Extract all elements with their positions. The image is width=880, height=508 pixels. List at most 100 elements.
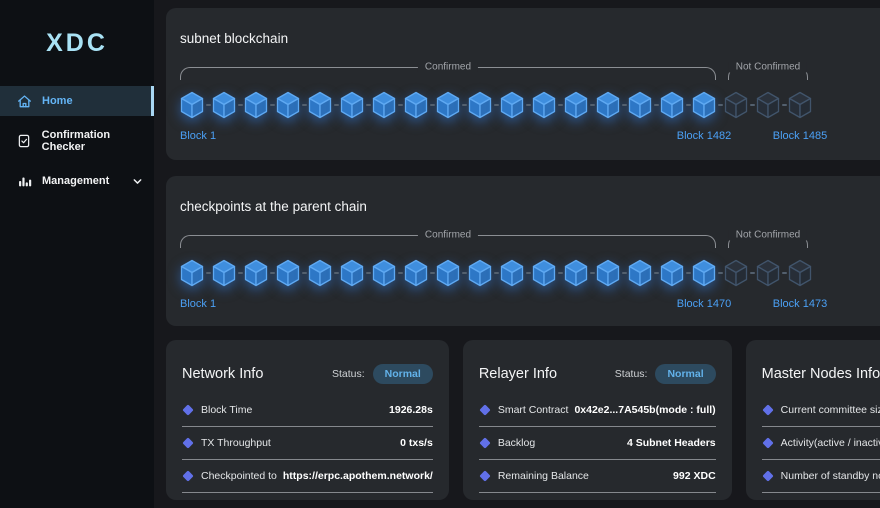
chain-link-dash bbox=[238, 272, 243, 274]
chain-link-dash bbox=[494, 104, 499, 106]
chain-link-dash bbox=[270, 272, 275, 274]
chain-link-dash bbox=[270, 104, 275, 106]
chain-link-dash bbox=[686, 104, 691, 106]
card-title: checkpoints at the parent chain bbox=[180, 176, 880, 214]
chain-link-dash bbox=[558, 104, 563, 106]
row-value: https://erpc.apothem.network/ bbox=[277, 470, 433, 482]
chain-link-dash bbox=[526, 272, 531, 274]
block-cube-icon bbox=[628, 91, 652, 119]
chain-link-dash bbox=[366, 104, 371, 106]
status-label: Status: bbox=[332, 368, 365, 380]
card-title: subnet blockchain bbox=[180, 8, 880, 46]
sidebar-item-label: Home bbox=[42, 95, 73, 107]
block-cube-icon bbox=[372, 91, 396, 119]
block-cube-icon bbox=[276, 259, 300, 287]
info-card-header: Master Nodes Info bbox=[762, 364, 880, 384]
chain-visualization: Confirmed Not Confirmed Block 1 Block 14… bbox=[180, 235, 880, 315]
chain-link-dash bbox=[430, 272, 435, 274]
card-title: Relayer Info bbox=[479, 366, 557, 382]
row-label: Smart Contract bbox=[498, 404, 569, 416]
block-cube-icon bbox=[692, 259, 716, 287]
chain-link-dash bbox=[526, 104, 531, 106]
block-cube-icon bbox=[212, 91, 236, 119]
block-cube-icon bbox=[404, 259, 428, 287]
chain-card: subnet blockchain Confirmed Not Confirme… bbox=[166, 8, 880, 160]
block-cube-icon bbox=[788, 91, 812, 119]
row-value: 0x42e2...7A545b(mode : full) bbox=[568, 404, 715, 416]
row-value: 992 XDC bbox=[667, 470, 716, 482]
chain-link-dash bbox=[462, 272, 467, 274]
info-row: Number of standby nodes 0 bbox=[762, 460, 880, 493]
row-value: 1926.28s bbox=[383, 404, 433, 416]
diamond-icon bbox=[182, 404, 193, 415]
row-label: TX Throughput bbox=[201, 437, 271, 449]
diamond-icon bbox=[479, 404, 490, 415]
row-label: Remaining Balance bbox=[498, 470, 589, 482]
sidebar-item-management[interactable]: Management bbox=[0, 166, 154, 196]
block-cube-icon bbox=[308, 259, 332, 287]
row-value: 0 txs/s bbox=[394, 437, 433, 449]
info-row: Block Time 1926.28s bbox=[182, 394, 433, 427]
chain-link-dash bbox=[398, 104, 403, 106]
status-badge: Normal bbox=[373, 364, 433, 384]
block-start-label: Block 1 bbox=[180, 298, 216, 310]
info-row: Backlog 4 Subnet Headers bbox=[479, 427, 716, 460]
not-confirmed-bracket: Not Confirmed bbox=[728, 67, 808, 80]
home-icon bbox=[17, 94, 32, 109]
confirmed-bracket-label: Confirmed bbox=[418, 230, 478, 241]
chain-link-dash bbox=[782, 104, 787, 106]
checkbox-icon bbox=[17, 134, 32, 149]
chevron-down-icon[interactable] bbox=[132, 176, 143, 187]
chain-link-dash bbox=[238, 104, 243, 106]
sidebar-nav: Home Confirmation Checker Management bbox=[0, 86, 154, 196]
block-cube-icon bbox=[596, 91, 620, 119]
xdc-logo: XDC bbox=[0, 0, 154, 86]
diamond-icon bbox=[479, 470, 490, 481]
info-rows: Smart Contract 0x42e2...7A545b(mode : fu… bbox=[479, 394, 716, 493]
row-label: Activity(active / inactive) bbox=[781, 437, 880, 449]
block-cube-icon bbox=[212, 259, 236, 287]
info-rows: Current committee size 3 Activity(active… bbox=[762, 394, 880, 493]
block-cube-icon bbox=[308, 91, 332, 119]
not-confirmed-bracket-label: Not Confirmed bbox=[729, 230, 807, 241]
chain-link-dash bbox=[334, 272, 339, 274]
chain-link-dash bbox=[206, 104, 211, 106]
info-row: Current committee size 3 bbox=[762, 394, 880, 427]
row-label: Block Time bbox=[201, 404, 252, 416]
info-cards-section: Network Info Status: Normal Block Time 1… bbox=[166, 340, 880, 500]
chain-link-dash bbox=[398, 272, 403, 274]
chain-link-dash bbox=[590, 104, 595, 106]
block-cube-icon bbox=[756, 259, 780, 287]
block-cube-icon bbox=[340, 91, 364, 119]
block-cube-icon bbox=[436, 259, 460, 287]
block-cube-icon bbox=[660, 259, 684, 287]
sidebar-item-home[interactable]: Home bbox=[0, 86, 154, 116]
status-label: Status: bbox=[615, 368, 648, 380]
chain-link-dash bbox=[302, 104, 307, 106]
sidebar-item-confirmation-checker[interactable]: Confirmation Checker bbox=[0, 126, 154, 156]
row-value: 4 Subnet Headers bbox=[621, 437, 716, 449]
diamond-icon bbox=[479, 437, 490, 448]
block-cube-icon bbox=[468, 259, 492, 287]
diamond-icon bbox=[762, 404, 773, 415]
confirmed-bracket-label: Confirmed bbox=[418, 62, 478, 73]
block-last-label: Block 1473 bbox=[773, 298, 827, 310]
chain-link-dash bbox=[590, 272, 595, 274]
chain-link-dash bbox=[462, 104, 467, 106]
info-card: Network Info Status: Normal Block Time 1… bbox=[166, 340, 449, 500]
block-cube-icon bbox=[724, 91, 748, 119]
block-cube-icon bbox=[244, 259, 268, 287]
chain-link-dash bbox=[654, 104, 659, 106]
block-cube-icon bbox=[628, 259, 652, 287]
status-badge: Normal bbox=[655, 364, 715, 384]
block-cube-icon bbox=[500, 91, 524, 119]
chain-link-dash bbox=[750, 272, 755, 274]
chain-link-dash bbox=[430, 104, 435, 106]
block-last-label: Block 1485 bbox=[773, 130, 827, 142]
chain-link-dash bbox=[558, 272, 563, 274]
block-cube-icon bbox=[244, 91, 268, 119]
info-row: Remaining Balance 992 XDC bbox=[479, 460, 716, 493]
info-row: TX Throughput 0 txs/s bbox=[182, 427, 433, 460]
card-title: Master Nodes Info bbox=[762, 366, 880, 382]
chain-link-dash bbox=[750, 104, 755, 106]
